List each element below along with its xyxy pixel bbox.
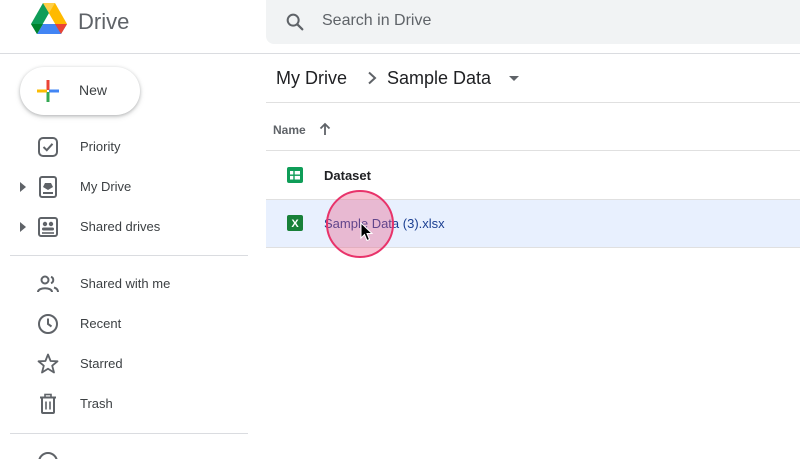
sidebar-item-starred[interactable]: Starred [0,344,250,384]
breadcrumb-my-drive[interactable]: My Drive [276,68,347,89]
search-icon[interactable] [284,11,306,33]
file-name[interactable]: Dataset [324,168,371,183]
sidebar-item-shared-with-me[interactable]: Shared with me [0,264,250,304]
sidebar-item-label: Shared with me [80,276,171,291]
sort-arrow-up-icon[interactable] [317,121,333,137]
chevron-right-icon [368,71,377,85]
list-header: Name [266,103,800,151]
sidebar-item-label: Trash [80,396,113,411]
column-header-name[interactable]: Name [273,123,306,137]
shared-with-me-icon [37,275,59,293]
sidebar-item-trash[interactable]: Trash [0,384,250,424]
expand-arrow-icon[interactable] [20,182,26,192]
recent-icon [38,314,58,334]
sidebar-divider [10,255,248,256]
file-name[interactable]: Sample Data (3).xlsx [324,216,445,231]
svg-text:X: X [291,218,299,230]
new-button-label: New [79,82,108,98]
top-bar: Drive Search in Drive [0,0,800,54]
sidebar-divider [10,433,248,434]
search-input[interactable]: Search in Drive [322,12,431,30]
excel-file-icon: X [287,215,303,231]
sidebar-item-priority[interactable]: Priority [0,127,250,167]
starred-icon [37,353,59,374]
my-drive-icon [39,176,57,198]
shared-drives-icon [38,217,58,237]
new-button[interactable]: New [20,67,140,115]
main-content: My Drive Sample Data Name Dataset X Samp… [266,54,800,459]
drive-logo-icon[interactable] [30,2,68,38]
sidebar-item-label: Starred [80,356,123,371]
sidebar-item-label: Recent [80,316,122,331]
priority-icon [38,137,58,157]
dropdown-arrow-icon[interactable] [509,76,519,81]
plus-icon [37,80,59,102]
sidebar-item-label: My Drive [80,179,132,194]
sidebar-item-my-drive[interactable]: My Drive [0,167,250,207]
trash-icon [40,393,56,414]
expand-arrow-icon[interactable] [20,222,26,232]
sidebar: New Priority My Drive Shared drives Shar… [0,54,250,459]
storage-icon [38,452,58,459]
app-brand: Drive [78,9,130,34]
sidebar-item-recent[interactable]: Recent [0,304,250,344]
google-sheets-icon [287,167,303,183]
file-row-dataset[interactable]: Dataset [266,152,800,200]
sidebar-item-label: Shared drives [80,219,161,234]
file-row-sample-data[interactable]: X Sample Data (3).xlsx [266,200,800,248]
breadcrumb-current-folder[interactable]: Sample Data [387,68,491,89]
search-bar[interactable]: Search in Drive [266,0,800,44]
sidebar-item-shared-drives[interactable]: Shared drives [0,207,250,247]
sidebar-item-label: Priority [80,139,121,154]
